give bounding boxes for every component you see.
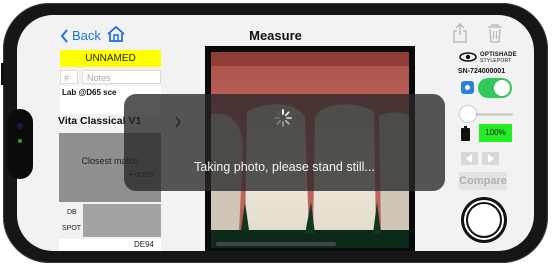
db-label: DB	[67, 209, 77, 216]
phone-frame: Back Measure UNNAMED # Notes Lab @D65 sc…	[1, 3, 548, 263]
volume-button	[1, 63, 4, 85]
compare-button[interactable]: Compare	[459, 172, 507, 190]
exposure-slider-knob[interactable]	[460, 106, 476, 122]
camera-icon[interactable]	[461, 81, 474, 94]
battery-level: 100%	[479, 124, 512, 142]
camera-notch	[7, 109, 33, 179]
sample-number-field[interactable]: #	[60, 70, 78, 84]
share-icon[interactable]	[453, 23, 467, 43]
notes-field[interactable]: Notes	[82, 70, 161, 84]
db-swatch	[83, 204, 161, 237]
lab-label: Lab @D65 sce	[62, 88, 117, 97]
arrow-left-icon	[466, 154, 472, 163]
app-screen: Back Measure UNNAMED # Notes Lab @D65 sc…	[17, 15, 534, 251]
flash-toggle[interactable]	[478, 78, 512, 98]
home-indicator	[216, 242, 336, 246]
shutter-button[interactable]	[461, 197, 507, 243]
next-button[interactable]	[482, 152, 499, 165]
battery-icon	[461, 126, 470, 141]
brand-line2: STYLEPORT	[480, 58, 512, 64]
spinner-icon	[274, 109, 292, 127]
trash-icon[interactable]	[487, 23, 503, 43]
de94-label: DE94	[133, 240, 154, 249]
arrow-right-icon	[488, 154, 494, 163]
brand-logo-text: OPTISHADE STYLEPORT	[480, 52, 517, 64]
eye-logo-icon	[459, 52, 477, 62]
spot-label: SPOT	[62, 225, 82, 232]
sample-name-field[interactable]: UNNAMED	[60, 50, 161, 67]
de94-row: DE94	[59, 239, 161, 251]
previous-button[interactable]	[461, 152, 478, 165]
serial-number: SN-724000001	[458, 68, 506, 75]
overlay-message: Taking photo, please stand still...	[194, 160, 375, 174]
